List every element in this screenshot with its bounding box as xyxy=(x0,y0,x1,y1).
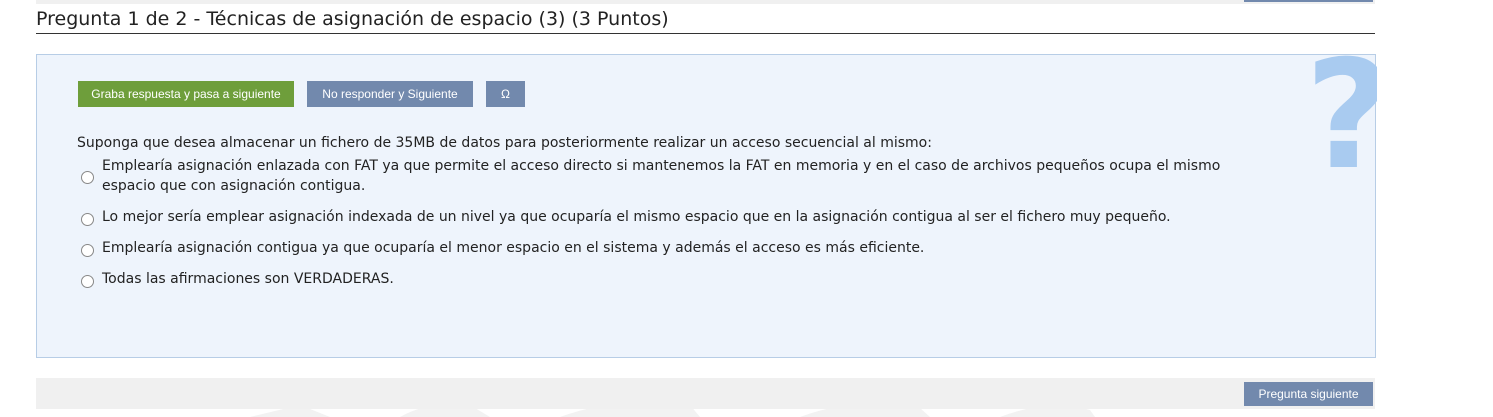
previous-next-button-edge[interactable] xyxy=(1244,0,1373,2)
next-question-button[interactable]: Pregunta siguiente xyxy=(1244,382,1373,406)
radio-button[interactable] xyxy=(81,171,94,184)
answer-option-text: Emplearía asignación contigua ya que ocu… xyxy=(102,240,925,256)
question-title: Pregunta 1 de 2 - Técnicas de asignación… xyxy=(36,6,1375,34)
answer-option-text: Emplearía asignación enlazada con FAT ya… xyxy=(102,158,1221,194)
previous-section-strip xyxy=(36,0,1375,4)
special-characters-button[interactable]: Ω xyxy=(486,81,525,107)
answer-option-text: Lo mejor sería emplear asignación indexa… xyxy=(102,209,1171,225)
navigation-footer: Pregunta siguiente xyxy=(36,378,1375,409)
radio-button[interactable] xyxy=(81,213,94,226)
help-question-mark-icon: ? xyxy=(1305,41,1377,191)
question-panel: ? Graba respuesta y pasa a siguiente No … xyxy=(36,41,1377,358)
save-and-next-button[interactable]: Graba respuesta y pasa a siguiente xyxy=(78,81,294,107)
radio-button[interactable] xyxy=(81,244,94,257)
answer-option-text: Todas las afirmaciones son VERDADERAS. xyxy=(102,271,394,287)
question-prompt: Suponga que desea almacenar un fichero d… xyxy=(77,135,932,151)
skip-and-next-button[interactable]: No responder y Siguiente xyxy=(307,81,473,107)
radio-button[interactable] xyxy=(81,275,94,288)
